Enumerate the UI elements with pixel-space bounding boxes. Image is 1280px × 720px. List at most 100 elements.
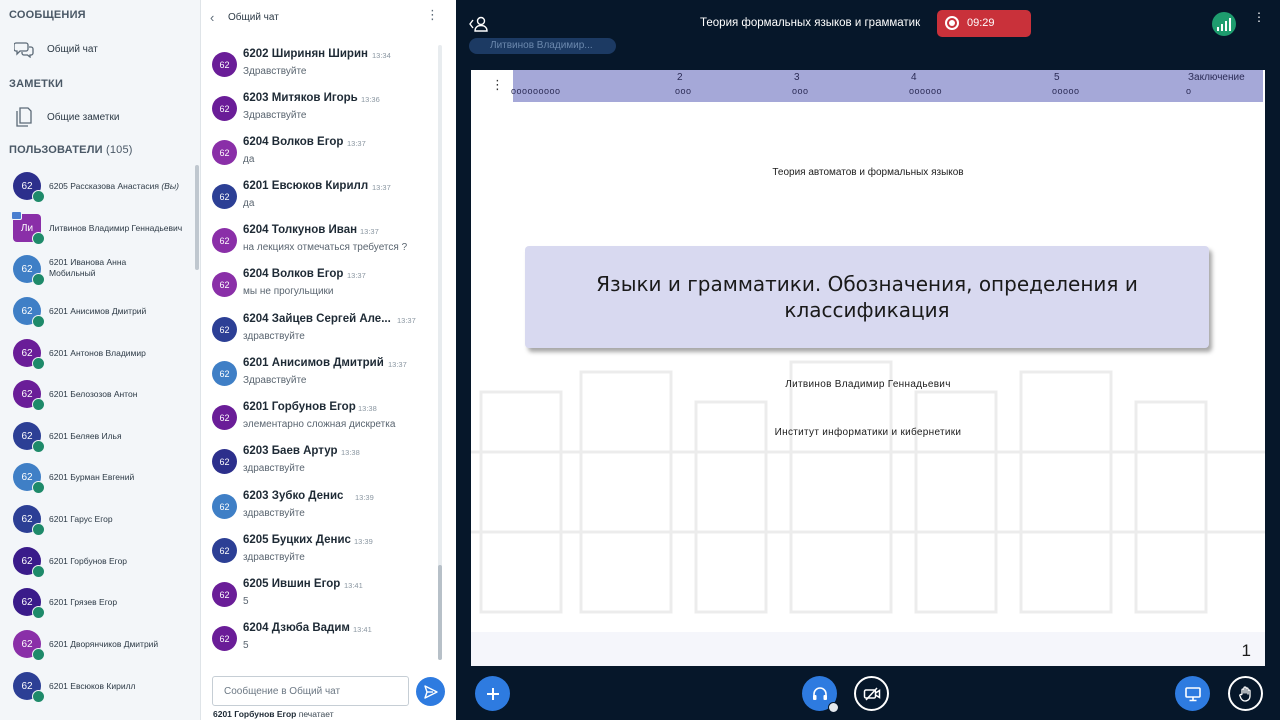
user-list-item[interactable]: 62 6201 Антонов Владимир <box>0 333 200 373</box>
notes-section-title: ЗАМЕТКИ <box>9 78 64 90</box>
message-text: да <box>243 154 255 165</box>
userlist-scrollbar[interactable] <box>195 165 199 270</box>
user-list-item[interactable]: Ли Литвинов Владимир Геннадьевич <box>0 208 200 248</box>
user-name-text: Литвинов Владимир Геннадьевич <box>49 223 183 233</box>
slide-footer <box>471 632 1265 666</box>
user-list-item[interactable]: 62 6201 Грязев Егор <box>0 582 200 622</box>
slide-section-label[interactable]: Заключение <box>1188 72 1245 83</box>
slide-author: Литвинов Владимир Геннадьевич <box>785 379 951 390</box>
user-name-text: 6201 Евсюков Кирилл <box>49 681 136 691</box>
sidebar-item-public-chat[interactable]: Общий чат <box>0 34 200 64</box>
send-icon <box>423 684 438 699</box>
presentation-icon <box>1184 686 1201 701</box>
slide-section-dots[interactable]: ooo <box>675 86 692 96</box>
signal-bar <box>1217 27 1219 31</box>
chevron-left-icon[interactable]: ‹ <box>210 10 214 25</box>
chat-options-icon[interactable]: ⋮ <box>426 8 439 21</box>
recording-indicator[interactable]: 09:29 <box>937 10 1031 37</box>
headset-status-icon <box>32 398 45 411</box>
chat-message: 62 6204 Толкунов Иван 13:37 на лекциях отме… <box>201 224 441 268</box>
sidebar-item-label: Общий чат <box>47 43 98 55</box>
chat-message: 62 6203 Митяков Игорь 13:36 Здравствуйте <box>201 92 441 136</box>
message-author: 6203 Митяков Игорь <box>243 92 358 104</box>
chat-panel: ‹ Общий чат ⋮ 62 6202 Ширинян Ширин 13:34 З… <box>200 0 456 720</box>
message-text: здравствуйте <box>243 508 305 519</box>
document-icon <box>14 107 34 127</box>
slide-section-dots[interactable]: ooooooooo <box>511 86 561 96</box>
camera-button[interactable] <box>854 676 889 711</box>
slide-section-dots[interactable]: ooooo <box>1052 86 1080 96</box>
slide-section-label[interactable]: 4 <box>911 72 917 83</box>
user-list-item[interactable]: 62 6201 Бурман Евгений <box>0 457 200 497</box>
user-list-item[interactable]: 62 6201 Евсюков Кирилл <box>0 666 200 706</box>
message-text: 5 <box>243 596 249 607</box>
chat-scrollbar[interactable] <box>438 45 442 660</box>
user-list-item[interactable]: 62 6205 Рассказова Анастасия (Вы) <box>0 166 200 206</box>
avatar: 62 <box>212 96 237 121</box>
slide-section-label[interactable]: 2 <box>677 72 683 83</box>
slide-section-dots[interactable]: ooo <box>792 86 809 96</box>
headset-status-icon <box>32 565 45 578</box>
slide-section-dots[interactable]: oooooo <box>909 86 942 96</box>
message-author: 6204 Зайцев Сергей Але... <box>243 313 391 325</box>
headset-status-icon <box>32 606 45 619</box>
send-message-button[interactable] <box>416 677 445 706</box>
user-list-item[interactable]: 62 6201 Беляев Илья <box>0 416 200 456</box>
slide-section-label[interactable]: 3 <box>794 72 800 83</box>
raise-hand-button[interactable] <box>1228 676 1263 711</box>
user-name: 6201 Беляев Илья <box>49 431 194 442</box>
record-icon <box>945 16 959 30</box>
slide-page-number: 1 <box>1241 641 1251 660</box>
slide-menu-icon[interactable]: ⋮ <box>491 78 504 91</box>
toggle-userlist-button[interactable] <box>468 13 490 35</box>
user-list-item[interactable]: 62 6201 Иванова Анна Мобильный <box>0 249 200 289</box>
user-name: 6201 Гарус Егор <box>49 514 194 525</box>
actions-button[interactable] <box>475 676 510 711</box>
user-list-item[interactable]: 62 6201 Горбунов Егор <box>0 541 200 581</box>
user-name-text: 6201 Гарус Егор <box>49 514 113 524</box>
avatar: 62 <box>212 361 237 386</box>
user-name: 6201 Дворянчиков Дмитрий <box>49 639 194 650</box>
message-text: Здравствуйте <box>243 66 307 77</box>
message-text: 5 <box>243 640 249 651</box>
user-list-item[interactable]: 62 6201 Белозозов Антон <box>0 374 200 414</box>
user-list-item[interactable]: 62 6201 Дворянчиков Дмитрий <box>0 624 200 664</box>
avatar: 62 <box>212 538 237 563</box>
user-list-item[interactable]: 62 6201 Гарус Егор <box>0 499 200 539</box>
message-author: 6203 Баев Артур <box>243 445 338 457</box>
presentation-toggle-button[interactable] <box>1175 676 1210 711</box>
recording-time: 09:29 <box>967 17 995 29</box>
message-author: 6205 Буцких Денис <box>243 534 351 546</box>
options-menu-icon[interactable]: ⋮ <box>1253 11 1265 23</box>
message-author: 6204 Дзюба Вадим <box>243 622 350 634</box>
avatar: 62 <box>212 582 237 607</box>
message-author: 6204 Толкунов Иван <box>243 224 358 236</box>
sidebar-item-shared-notes[interactable]: Общие заметки <box>0 102 200 132</box>
chat-scrollbar-thumb[interactable] <box>438 565 442 660</box>
headset-status-icon <box>32 440 45 453</box>
slide-institute: Институт информатики и кибернетики <box>774 427 962 438</box>
user-list-item[interactable]: 62 6201 Анисимов Дмитрий <box>0 291 200 331</box>
chat-message-input[interactable]: Сообщение в Общий чат <box>212 676 409 706</box>
headset-status-icon <box>32 690 45 703</box>
slide-section-label[interactable]: 5 <box>1054 72 1060 83</box>
user-name-text: 6201 Беляев Илья <box>49 431 122 441</box>
audio-button[interactable] <box>802 676 839 713</box>
message-author: 6201 Горбунов Егор <box>243 401 356 413</box>
user-name-text: 6201 Антонов Владимир <box>49 348 146 358</box>
chat-message: 62 6205 Буцких Денис 13:39 здравствуйте <box>201 534 441 578</box>
user-name: 6201 Горбунов Егор <box>49 556 194 567</box>
chat-message: 62 6202 Ширинян Ширин 13:34 Здравствуйте <box>201 48 441 92</box>
headphones-icon <box>812 686 827 700</box>
sidebar-panel: СООБЩЕНИЯ Общий чат ЗАМЕТКИ Общие заметк… <box>0 0 200 720</box>
message-text: здравствуйте <box>243 552 305 563</box>
audio-options-indicator[interactable] <box>828 702 839 713</box>
slide-section-dots[interactable]: o <box>1186 86 1192 96</box>
message-author: 6204 Волков Егор <box>243 136 344 148</box>
user-you-marker: (Вы) <box>161 181 179 191</box>
connection-status-button[interactable] <box>1212 12 1236 36</box>
message-time: 13:34 <box>372 51 391 60</box>
headset-status-icon <box>32 232 45 245</box>
chat-message: 62 6204 Зайцев Сергей Але... 13:37 здравств… <box>201 313 441 357</box>
message-time: 13:37 <box>388 360 407 369</box>
